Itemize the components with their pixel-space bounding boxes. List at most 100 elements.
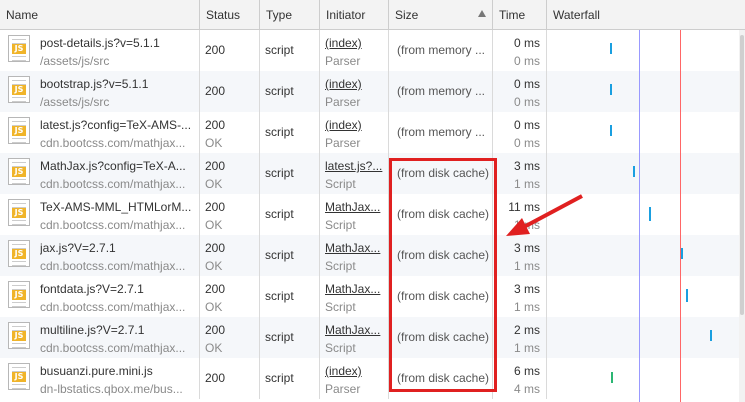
- status-code: 200: [205, 282, 226, 296]
- request-row[interactable]: JS multiline.js?V=2.7.1 cdn.bootcss.com/…: [0, 317, 745, 358]
- request-name[interactable]: multiline.js?V=2.7.1: [40, 323, 144, 337]
- cell-type: script: [260, 194, 320, 235]
- column-header-name[interactable]: Name: [0, 0, 200, 30]
- cell-time: 0 ms 0 ms: [493, 112, 547, 153]
- initiator-link[interactable]: MathJax...: [325, 200, 380, 214]
- initiator-type: Parser: [325, 95, 361, 109]
- request-size: (from memory ...: [397, 84, 486, 98]
- request-name[interactable]: jax.js?V=2.7.1: [40, 241, 116, 255]
- initiator-type: Parser: [325, 382, 361, 396]
- cell-type: script: [260, 276, 320, 317]
- initiator-link[interactable]: latest.js?...: [325, 159, 382, 173]
- cell-name[interactable]: JS fontdata.js?V=2.7.1 cdn.bootcss.com/m…: [0, 276, 200, 317]
- request-row[interactable]: JS busuanzi.pure.mini.js dn-lbstatics.qb…: [0, 358, 745, 399]
- cell-name[interactable]: JS multiline.js?V=2.7.1 cdn.bootcss.com/…: [0, 317, 200, 358]
- status-text: OK: [205, 259, 223, 273]
- request-type: script: [265, 84, 294, 98]
- cell-name[interactable]: JS MathJax.js?config=TeX-A... cdn.bootcs…: [0, 153, 200, 194]
- waterfall-bar: [610, 43, 612, 54]
- request-latency: 1 ms: [513, 177, 540, 191]
- request-row[interactable]: JS latest.js?config=TeX-AMS-... cdn.boot…: [0, 112, 745, 153]
- request-name[interactable]: TeX-AMS-MML_HTMLorM...: [40, 200, 191, 214]
- status-code: 200: [205, 118, 226, 132]
- waterfall-bar: [710, 330, 712, 341]
- highlight-box: [389, 158, 497, 392]
- request-path: dn-lbstatics.qbox.me/bus...: [40, 382, 183, 396]
- annotation-arrow-icon: [506, 194, 583, 236]
- request-path: cdn.bootcss.com/mathjax...: [40, 136, 186, 150]
- request-latency: 0 ms: [513, 136, 540, 150]
- cell-status: 200 OK: [200, 276, 260, 317]
- request-name[interactable]: bootstrap.js?v=5.1.1: [40, 77, 148, 91]
- cell-status: 200 OK: [200, 153, 260, 194]
- initiator-link[interactable]: MathJax...: [325, 282, 380, 296]
- js-file-icon: JS: [8, 363, 30, 390]
- column-header-size[interactable]: Size: [389, 0, 493, 30]
- column-header-waterfall[interactable]: Waterfall: [547, 0, 745, 30]
- request-time: 3 ms: [513, 159, 540, 173]
- column-header-time[interactable]: Time: [493, 0, 547, 30]
- request-type: script: [265, 43, 294, 57]
- cell-name[interactable]: JS latest.js?config=TeX-AMS-... cdn.boot…: [0, 112, 200, 153]
- scrollbar[interactable]: [739, 30, 745, 402]
- waterfall-bar: [611, 372, 613, 383]
- cell-name[interactable]: JS busuanzi.pure.mini.js dn-lbstatics.qb…: [0, 358, 200, 399]
- request-name[interactable]: post-details.js?v=5.1.1: [40, 36, 160, 50]
- column-header-type[interactable]: Type: [260, 0, 320, 30]
- column-header-status[interactable]: Status: [200, 0, 260, 30]
- cell-waterfall: [547, 317, 745, 358]
- request-time: 0 ms: [513, 36, 540, 50]
- request-name[interactable]: busuanzi.pure.mini.js: [40, 364, 153, 378]
- initiator-link[interactable]: MathJax...: [325, 241, 380, 255]
- initiator-link[interactable]: MathJax...: [325, 323, 380, 337]
- column-header-initiator[interactable]: Initiator: [320, 0, 389, 30]
- cell-waterfall: [547, 276, 745, 317]
- waterfall-bar: [610, 84, 612, 95]
- cell-name[interactable]: JS post-details.js?v=5.1.1 /assets/js/sr…: [0, 30, 200, 71]
- request-type: script: [265, 330, 294, 344]
- request-name[interactable]: MathJax.js?config=TeX-A...: [40, 159, 186, 173]
- request-latency: 4 ms: [513, 382, 540, 396]
- status-code: 200: [205, 43, 226, 57]
- initiator-link[interactable]: (index): [325, 118, 362, 132]
- request-row[interactable]: JS MathJax.js?config=TeX-A... cdn.bootcs…: [0, 153, 745, 194]
- request-name[interactable]: latest.js?config=TeX-AMS-...: [40, 118, 191, 132]
- request-path: cdn.bootcss.com/mathjax...: [40, 259, 186, 273]
- js-file-icon: JS: [8, 76, 30, 103]
- request-type: script: [265, 125, 294, 139]
- request-time: 0 ms: [513, 77, 540, 91]
- request-latency: 1 ms: [513, 259, 540, 273]
- initiator-link[interactable]: (index): [325, 77, 362, 91]
- request-latency: 1 ms: [513, 341, 540, 355]
- cell-type: script: [260, 358, 320, 399]
- request-name[interactable]: fontdata.js?V=2.7.1: [40, 282, 144, 296]
- cell-waterfall: [547, 153, 745, 194]
- status-text: OK: [205, 218, 223, 232]
- cell-waterfall: [547, 71, 745, 112]
- initiator-link[interactable]: (index): [325, 364, 362, 378]
- js-file-icon: JS: [8, 199, 30, 226]
- scrollbar-thumb[interactable]: [740, 35, 744, 315]
- initiator-link[interactable]: (index): [325, 36, 362, 50]
- cell-initiator: (index) Parser: [320, 112, 389, 153]
- cell-name[interactable]: JS jax.js?V=2.7.1 cdn.bootcss.com/mathja…: [0, 235, 200, 276]
- request-row[interactable]: JS jax.js?V=2.7.1 cdn.bootcss.com/mathja…: [0, 235, 745, 276]
- request-row[interactable]: JS post-details.js?v=5.1.1 /assets/js/sr…: [0, 30, 745, 71]
- cell-initiator: latest.js?... Script: [320, 153, 389, 194]
- cell-time: 3 ms 1 ms: [493, 153, 547, 194]
- status-code: 200: [205, 371, 226, 385]
- cell-name[interactable]: JS TeX-AMS-MML_HTMLorM... cdn.bootcss.co…: [0, 194, 200, 235]
- cell-type: script: [260, 317, 320, 358]
- request-row[interactable]: JS fontdata.js?V=2.7.1 cdn.bootcss.com/m…: [0, 276, 745, 317]
- load-event-line: [680, 30, 681, 402]
- js-file-icon: JS: [8, 322, 30, 349]
- request-row[interactable]: JS bootstrap.js?v=5.1.1 /assets/js/src 2…: [0, 71, 745, 112]
- waterfall-bar: [686, 289, 688, 302]
- column-header-size-label: Size: [395, 8, 419, 22]
- request-size: (from memory ...: [397, 43, 486, 57]
- cell-initiator: (index) Parser: [320, 358, 389, 399]
- cell-name[interactable]: JS bootstrap.js?v=5.1.1 /assets/js/src: [0, 71, 200, 112]
- request-row[interactable]: JS TeX-AMS-MML_HTMLorM... cdn.bootcss.co…: [0, 194, 745, 235]
- status-code: 200: [205, 159, 226, 173]
- js-file-icon: JS: [8, 240, 30, 267]
